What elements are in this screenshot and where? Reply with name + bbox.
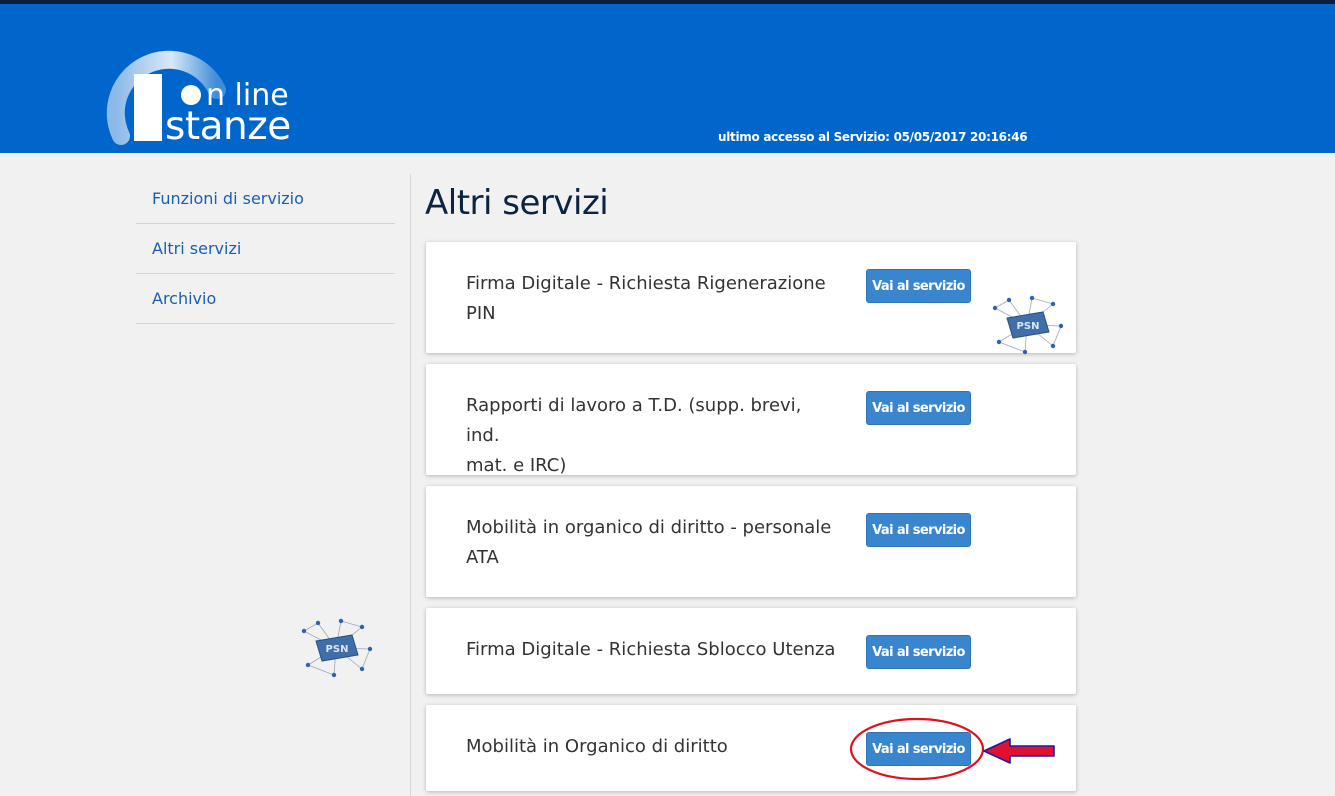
sidebar-nav: Funzioni di servizio Altri servizi Archi…: [136, 174, 395, 324]
service-title: Firma Digitale - Richiesta Sblocco Utenz…: [466, 639, 836, 660]
sidebar-item-archivio[interactable]: Archivio: [136, 274, 395, 324]
svg-text:PSN: PSN: [1017, 321, 1040, 332]
service-title: Firma Digitale - Richiesta Rigenerazione…: [466, 273, 826, 324]
annotation-arrow-icon: [983, 738, 1055, 764]
service-title: Rapporti di lavoro a T.D. (supp. brevi, …: [466, 395, 802, 476]
page-title: Altri servizi: [425, 183, 609, 223]
psn-network-icon: PSN: [301, 618, 373, 678]
last-access-value: 05/05/2017 20:16:46: [893, 130, 1028, 144]
sidebar-item-altri-servizi[interactable]: Altri servizi: [136, 224, 395, 274]
service-card: Mobilità in organico di diritto - person…: [426, 486, 1076, 597]
service-card: Rapporti di lavoro a T.D. (supp. brevi, …: [426, 364, 1076, 476]
service-card: Firma Digitale - Richiesta Sblocco Utenz…: [426, 608, 1076, 694]
last-access-info: ultimo accesso al Servizio: 05/05/2017 2…: [718, 130, 1028, 144]
svg-text:PSN: PSN: [326, 644, 349, 655]
vai-al-servizio-button[interactable]: Vai al servizio: [866, 513, 971, 547]
column-divider: [410, 174, 411, 796]
annotation-circle: [849, 717, 985, 781]
service-card: Firma Digitale - Richiesta Rigenerazione…: [426, 242, 1076, 355]
header-bar: n line stanze ultimo accesso al Servizio…: [0, 0, 1335, 153]
vai-al-servizio-button[interactable]: Vai al servizio: [866, 635, 971, 669]
service-title: Mobilità in organico di diritto - person…: [466, 517, 832, 568]
sidebar-item-funzioni-di-servizio[interactable]: Funzioni di servizio: [136, 174, 395, 224]
service-title: Mobilità in Organico di diritto: [466, 736, 728, 757]
logo-text-istanze: stanze: [165, 104, 291, 149]
vai-al-servizio-button[interactable]: Vai al servizio: [866, 391, 971, 425]
vai-al-servizio-button[interactable]: Vai al servizio: [866, 269, 971, 303]
last-access-label: ultimo accesso al Servizio:: [718, 130, 890, 144]
psn-network-icon: PSN: [992, 295, 1064, 355]
istanze-online-logo[interactable]: n line stanze: [95, 18, 325, 149]
